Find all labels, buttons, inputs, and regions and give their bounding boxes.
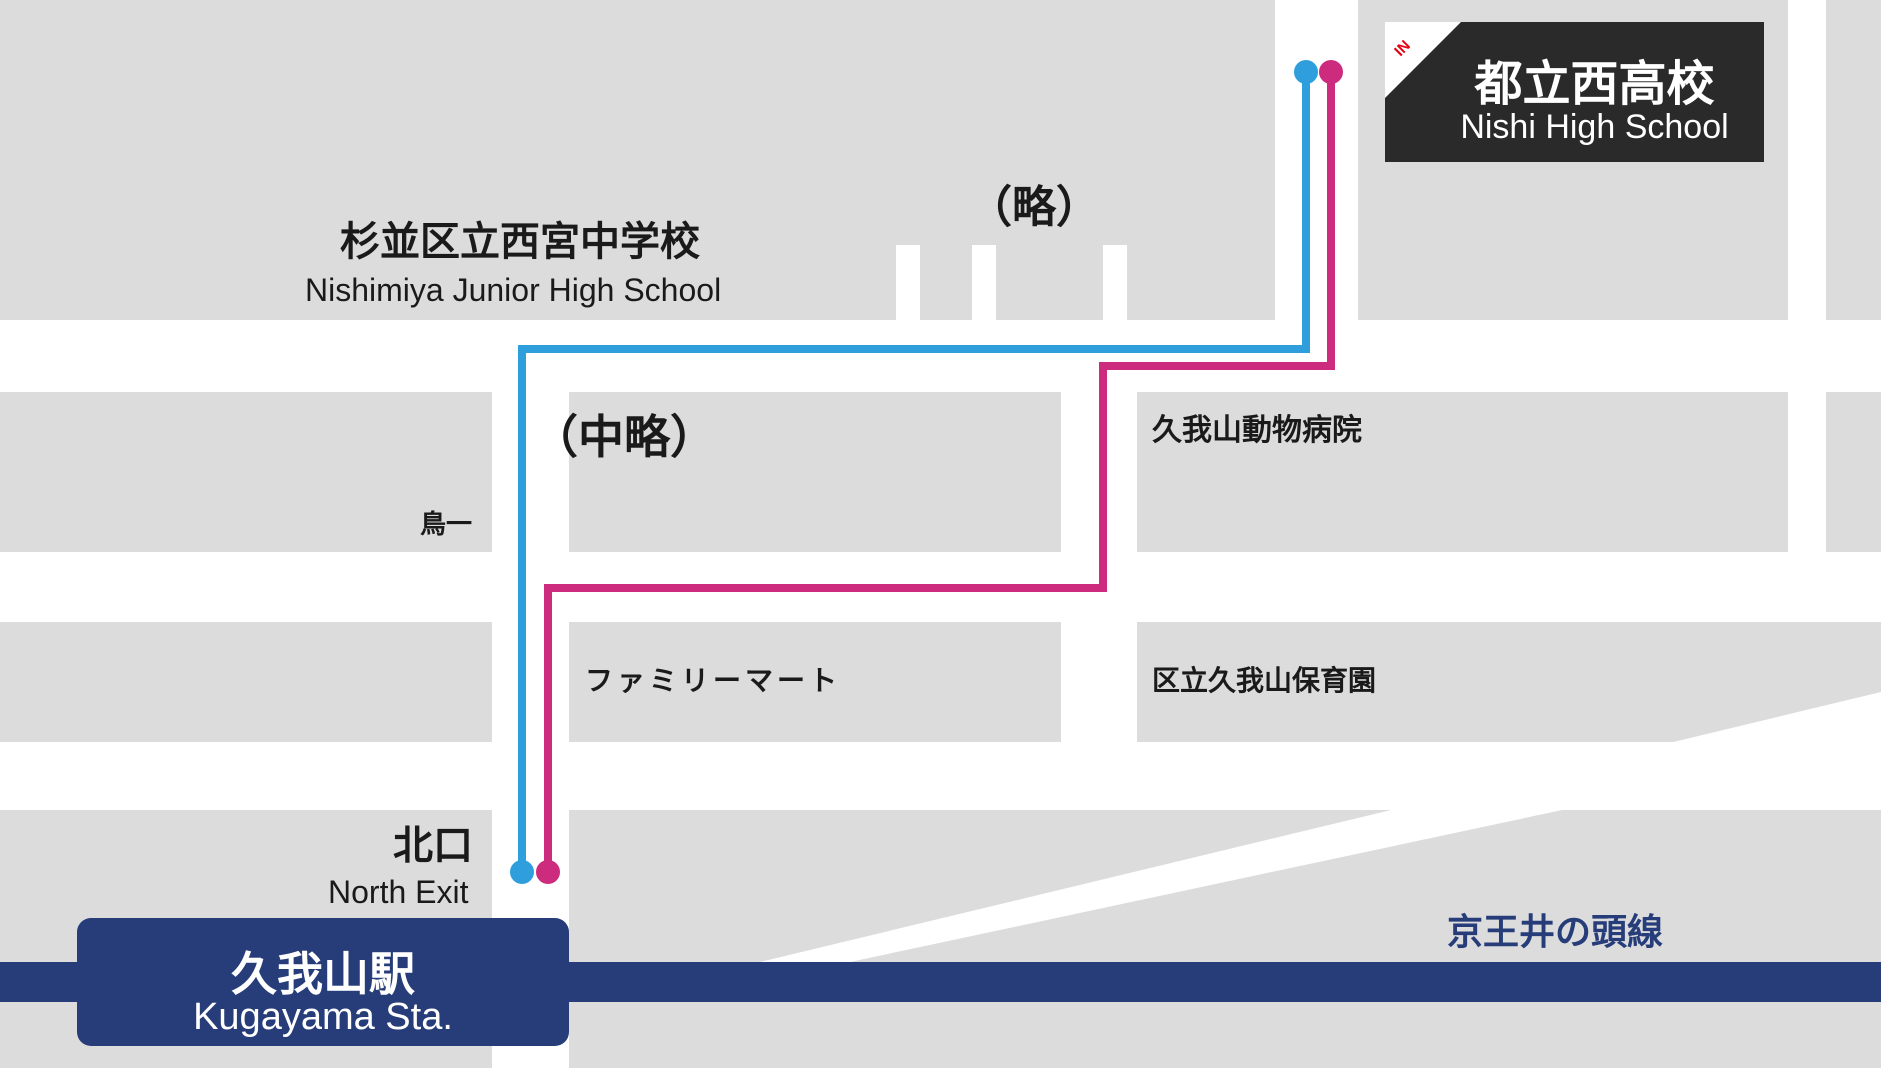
destination-name-ja: 都立西高校 xyxy=(1474,56,1715,112)
destination-card: IN 都立西高校 Nishi High School xyxy=(1385,22,1764,162)
magenta-route-start-dot xyxy=(536,860,560,884)
family-mart-label: ファミリーマート xyxy=(585,664,842,697)
blue-route-end-dot xyxy=(1294,60,1318,84)
rail-line-label: 京王井の頭線 xyxy=(1447,912,1664,953)
junior-high-name-ja: 杉並区立西宮中学校 xyxy=(340,219,700,265)
exit-name-ja: 北口 xyxy=(393,823,473,869)
exit-name-en: North Exit xyxy=(328,874,469,910)
tori-label: 鳥一 xyxy=(420,510,473,540)
junior-high-name-en: Nishimiya Junior High School xyxy=(305,272,722,308)
omitted-top-label: （略） xyxy=(968,182,1100,233)
magenta-route-end-dot xyxy=(1319,60,1343,84)
station-card: 久我山駅 Kugayama Sta. xyxy=(77,918,569,1046)
animal-hospital-label: 久我山動物病院 xyxy=(1152,413,1362,448)
station-name-ja: 久我山駅 xyxy=(231,947,415,1001)
nursery-label: 区立久我山保育園 xyxy=(1152,664,1377,697)
destination-name-en: Nishi High School xyxy=(1460,108,1729,146)
blue-route-start-dot xyxy=(510,860,534,884)
station-name-en: Kugayama Sta. xyxy=(193,996,453,1038)
omitted-middle-label: （中略） xyxy=(532,410,716,464)
